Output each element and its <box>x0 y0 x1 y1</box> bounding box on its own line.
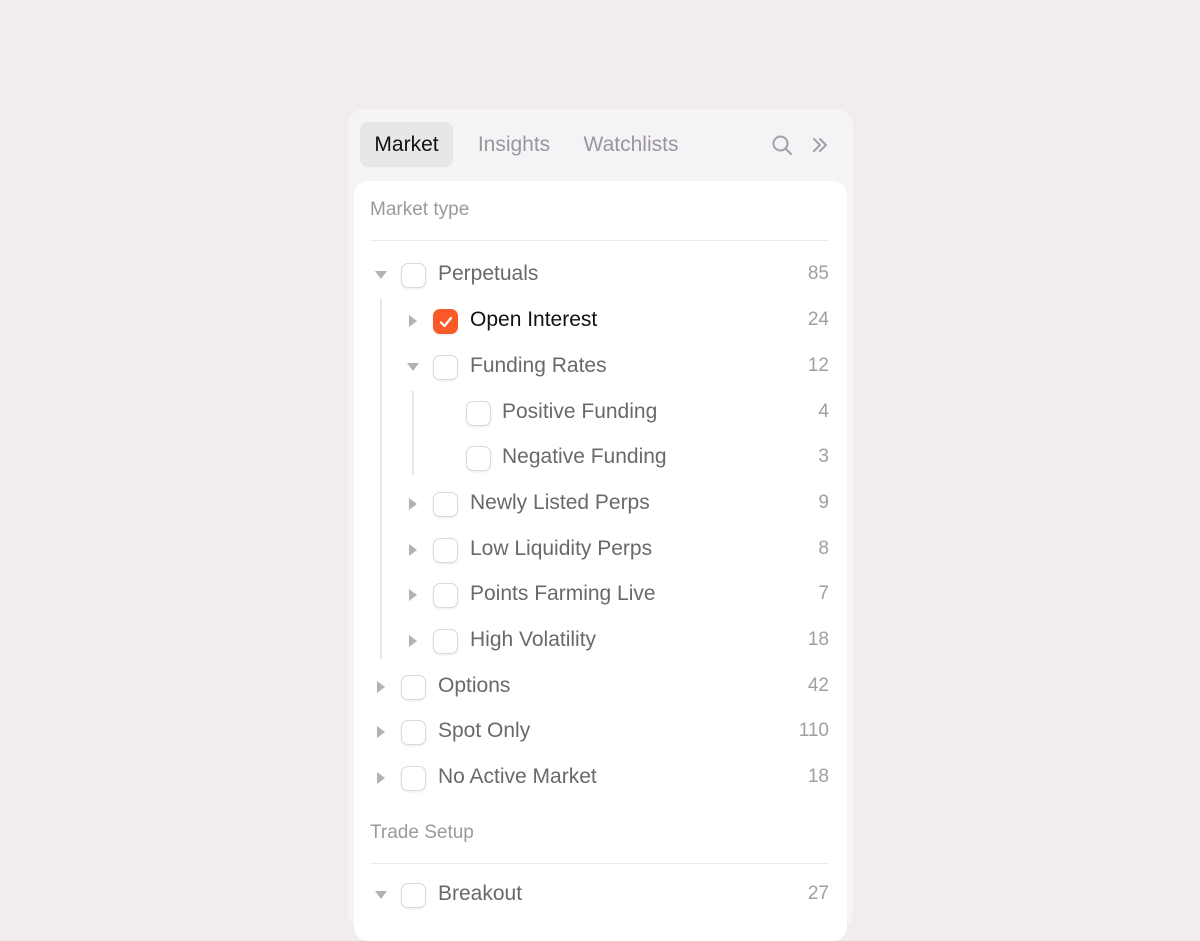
expand-toggle[interactable] <box>406 314 420 328</box>
checkbox[interactable] <box>433 583 458 608</box>
checkbox[interactable] <box>401 720 426 745</box>
chevron-right-icon <box>377 681 385 693</box>
tree-item-points-farming-live[interactable]: Points Farming Live 7 <box>354 572 847 618</box>
expand-toggle[interactable] <box>406 360 420 374</box>
chevron-right-icon <box>377 772 385 784</box>
checkbox[interactable] <box>401 883 426 908</box>
collapse-panel-button[interactable] <box>806 131 834 159</box>
tree-item-label: High Volatility <box>470 628 597 651</box>
filter-panel: Market Insights Watchlists Market type P… <box>348 109 853 941</box>
tab-bar: Market Insights Watchlists <box>348 109 853 180</box>
tree-item-perpetuals[interactable]: Perpetuals 85 <box>354 252 847 298</box>
tree-item-breakout[interactable]: Breakout 27 <box>354 872 847 918</box>
checkbox[interactable] <box>466 401 491 426</box>
section-title-market-type: Market type <box>370 199 470 220</box>
tree-item-label: Funding Rates <box>470 354 607 377</box>
tab-insights[interactable]: Insights <box>460 122 568 167</box>
expand-toggle[interactable] <box>406 588 420 602</box>
expand-toggle[interactable] <box>374 268 388 282</box>
item-count: 12 <box>807 355 829 376</box>
checkbox[interactable] <box>466 446 491 471</box>
item-count: 3 <box>818 446 829 467</box>
tree-item-positive-funding[interactable]: Positive Funding 4 <box>354 390 847 436</box>
expand-toggle[interactable] <box>406 634 420 648</box>
item-count: 9 <box>818 492 829 513</box>
expand-toggle[interactable] <box>374 771 388 785</box>
item-count: 18 <box>807 629 829 650</box>
chevron-right-icon <box>409 544 417 556</box>
tree-item-label: Positive Funding <box>502 400 658 423</box>
chevron-down-icon <box>407 363 419 371</box>
expand-toggle[interactable] <box>406 543 420 557</box>
tree-item-label: Options <box>438 674 511 697</box>
tree-item-label: Open Interest <box>470 308 598 331</box>
tree-item-options[interactable]: Options 42 <box>354 664 847 710</box>
divider <box>370 240 829 241</box>
item-count: 110 <box>798 720 829 741</box>
tree-item-label: Points Farming Live <box>470 582 656 605</box>
chevron-down-icon <box>375 271 387 279</box>
item-count: 85 <box>807 263 829 284</box>
search-icon <box>772 135 792 155</box>
tab-market[interactable]: Market <box>360 122 453 167</box>
expand-toggle[interactable] <box>406 497 420 511</box>
filter-card: Market type Perpetuals 85 Open Interest … <box>354 181 847 941</box>
checkbox-checked[interactable] <box>433 309 458 334</box>
chevron-right-icon <box>409 315 417 327</box>
tree-item-label: Newly Listed Perps <box>470 491 650 514</box>
chevron-right-icon <box>409 589 417 601</box>
expand-toggle[interactable] <box>374 680 388 694</box>
tree-item-funding-rates[interactable]: Funding Rates 12 <box>354 344 847 390</box>
item-count: 24 <box>807 309 829 330</box>
checkbox[interactable] <box>433 355 458 380</box>
tree-item-newly-listed-perps[interactable]: Newly Listed Perps 9 <box>354 481 847 527</box>
divider <box>370 863 829 864</box>
tab-watchlists[interactable]: Watchlists <box>572 122 690 167</box>
chevron-right-icon <box>377 726 385 738</box>
item-count: 8 <box>818 538 829 559</box>
checkbox[interactable] <box>433 538 458 563</box>
checkbox[interactable] <box>401 675 426 700</box>
item-count: 7 <box>818 583 829 604</box>
chevron-right-icon <box>409 635 417 647</box>
tree-item-label: Perpetuals <box>438 262 539 285</box>
checkbox[interactable] <box>433 629 458 654</box>
chevron-down-icon <box>375 891 387 899</box>
chevrons-right-icon <box>813 138 827 152</box>
item-count: 27 <box>807 883 829 904</box>
expand-toggle[interactable] <box>374 725 388 739</box>
section-title-trade-setup: Trade Setup <box>370 822 474 843</box>
item-count: 42 <box>807 675 829 696</box>
tree-item-label: No Active Market <box>438 765 597 788</box>
tree-item-no-active-market[interactable]: No Active Market 18 <box>354 755 847 801</box>
check-icon <box>439 316 452 327</box>
checkbox[interactable] <box>401 263 426 288</box>
tree-item-high-volatility[interactable]: High Volatility 18 <box>354 618 847 664</box>
tree-item-label: Low Liquidity Perps <box>470 537 653 560</box>
item-count: 4 <box>818 401 829 422</box>
tree-item-negative-funding[interactable]: Negative Funding 3 <box>354 435 847 481</box>
checkbox[interactable] <box>401 766 426 791</box>
tree-item-open-interest[interactable]: Open Interest 24 <box>354 298 847 344</box>
tree-item-spot-only[interactable]: Spot Only 110 <box>354 709 847 755</box>
chevron-right-icon <box>409 498 417 510</box>
checkbox[interactable] <box>433 492 458 517</box>
item-count: 18 <box>807 766 829 787</box>
tree-item-low-liquidity-perps[interactable]: Low Liquidity Perps 8 <box>354 527 847 573</box>
tree-item-label: Breakout <box>438 882 523 905</box>
search-button[interactable] <box>768 131 796 159</box>
tree-item-label: Negative Funding <box>502 445 667 468</box>
tree-item-label: Spot Only <box>438 719 531 742</box>
